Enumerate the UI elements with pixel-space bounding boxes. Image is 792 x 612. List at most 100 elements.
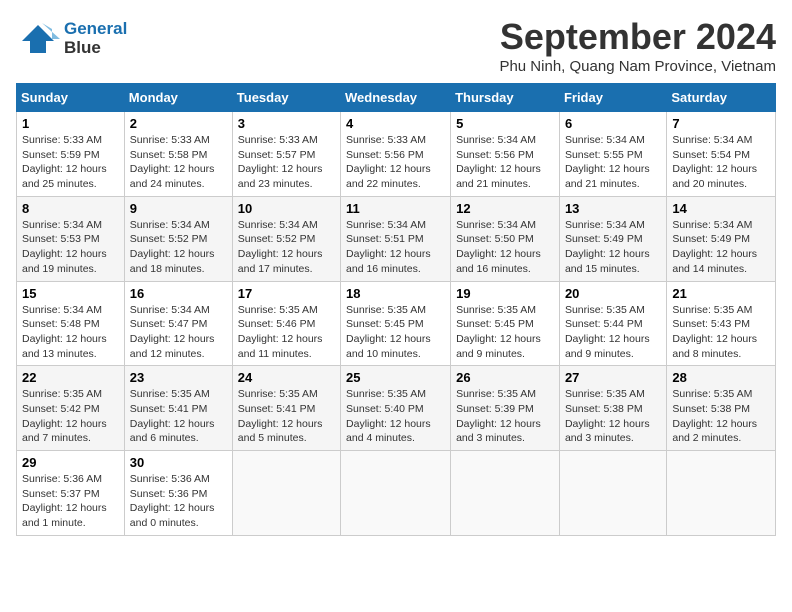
day-info: Sunrise: 5:35 AMSunset: 5:46 PMDaylight:… <box>238 304 323 360</box>
day-info: Sunrise: 5:34 AMSunset: 5:52 PMDaylight:… <box>238 219 323 275</box>
calendar-table: SundayMondayTuesdayWednesdayThursdayFrid… <box>16 83 776 536</box>
weekday-header-friday: Friday <box>559 84 666 112</box>
calendar-cell: 5 Sunrise: 5:34 AMSunset: 5:56 PMDayligh… <box>451 112 560 197</box>
calendar-cell <box>451 451 560 536</box>
day-number: 30 <box>130 455 227 470</box>
calendar-cell: 18 Sunrise: 5:35 AMSunset: 5:45 PMDaylig… <box>341 281 451 366</box>
day-number: 11 <box>346 201 445 216</box>
calendar-cell <box>559 451 666 536</box>
month-title: September 2024 <box>499 16 776 58</box>
day-info: Sunrise: 5:34 AMSunset: 5:50 PMDaylight:… <box>456 219 541 275</box>
day-info: Sunrise: 5:35 AMSunset: 5:39 PMDaylight:… <box>456 388 541 444</box>
day-info: Sunrise: 5:34 AMSunset: 5:52 PMDaylight:… <box>130 219 215 275</box>
calendar-cell: 1 Sunrise: 5:33 AMSunset: 5:59 PMDayligh… <box>17 112 125 197</box>
day-info: Sunrise: 5:35 AMSunset: 5:41 PMDaylight:… <box>238 388 323 444</box>
day-number: 2 <box>130 116 227 131</box>
day-info: Sunrise: 5:34 AMSunset: 5:48 PMDaylight:… <box>22 304 107 360</box>
calendar-cell <box>341 451 451 536</box>
weekday-header-sunday: Sunday <box>17 84 125 112</box>
calendar-cell: 23 Sunrise: 5:35 AMSunset: 5:41 PMDaylig… <box>124 366 232 451</box>
day-number: 22 <box>22 370 119 385</box>
calendar-cell: 3 Sunrise: 5:33 AMSunset: 5:57 PMDayligh… <box>232 112 340 197</box>
calendar-cell: 14 Sunrise: 5:34 AMSunset: 5:49 PMDaylig… <box>667 196 776 281</box>
weekday-header-tuesday: Tuesday <box>232 84 340 112</box>
calendar-cell: 7 Sunrise: 5:34 AMSunset: 5:54 PMDayligh… <box>667 112 776 197</box>
day-number: 24 <box>238 370 335 385</box>
day-info: Sunrise: 5:34 AMSunset: 5:56 PMDaylight:… <box>456 134 541 190</box>
weekday-header-monday: Monday <box>124 84 232 112</box>
calendar-week-4: 22 Sunrise: 5:35 AMSunset: 5:42 PMDaylig… <box>17 366 776 451</box>
calendar-cell: 9 Sunrise: 5:34 AMSunset: 5:52 PMDayligh… <box>124 196 232 281</box>
calendar-cell: 11 Sunrise: 5:34 AMSunset: 5:51 PMDaylig… <box>341 196 451 281</box>
day-number: 17 <box>238 286 335 301</box>
logo: General Blue <box>16 16 127 57</box>
day-info: Sunrise: 5:34 AMSunset: 5:53 PMDaylight:… <box>22 219 107 275</box>
day-info: Sunrise: 5:35 AMSunset: 5:44 PMDaylight:… <box>565 304 650 360</box>
day-info: Sunrise: 5:35 AMSunset: 5:42 PMDaylight:… <box>22 388 107 444</box>
day-number: 10 <box>238 201 335 216</box>
day-number: 29 <box>22 455 119 470</box>
day-info: Sunrise: 5:34 AMSunset: 5:47 PMDaylight:… <box>130 304 215 360</box>
day-info: Sunrise: 5:35 AMSunset: 5:41 PMDaylight:… <box>130 388 215 444</box>
day-info: Sunrise: 5:35 AMSunset: 5:38 PMDaylight:… <box>565 388 650 444</box>
day-number: 26 <box>456 370 554 385</box>
day-info: Sunrise: 5:34 AMSunset: 5:49 PMDaylight:… <box>565 219 650 275</box>
day-info: Sunrise: 5:34 AMSunset: 5:49 PMDaylight:… <box>672 219 757 275</box>
calendar-cell: 4 Sunrise: 5:33 AMSunset: 5:56 PMDayligh… <box>341 112 451 197</box>
day-number: 3 <box>238 116 335 131</box>
day-info: Sunrise: 5:34 AMSunset: 5:55 PMDaylight:… <box>565 134 650 190</box>
day-info: Sunrise: 5:33 AMSunset: 5:58 PMDaylight:… <box>130 134 215 190</box>
day-info: Sunrise: 5:33 AMSunset: 5:57 PMDaylight:… <box>238 134 323 190</box>
day-number: 20 <box>565 286 661 301</box>
calendar-cell: 15 Sunrise: 5:34 AMSunset: 5:48 PMDaylig… <box>17 281 125 366</box>
calendar-week-3: 15 Sunrise: 5:34 AMSunset: 5:48 PMDaylig… <box>17 281 776 366</box>
calendar-cell: 6 Sunrise: 5:34 AMSunset: 5:55 PMDayligh… <box>559 112 666 197</box>
logo-blue: Blue <box>64 38 101 57</box>
calendar-cell: 30 Sunrise: 5:36 AMSunset: 5:36 PMDaylig… <box>124 451 232 536</box>
weekday-header-thursday: Thursday <box>451 84 560 112</box>
calendar-cell: 27 Sunrise: 5:35 AMSunset: 5:38 PMDaylig… <box>559 366 666 451</box>
calendar-cell: 17 Sunrise: 5:35 AMSunset: 5:46 PMDaylig… <box>232 281 340 366</box>
day-info: Sunrise: 5:36 AMSunset: 5:36 PMDaylight:… <box>130 473 215 529</box>
day-number: 28 <box>672 370 770 385</box>
calendar-cell: 20 Sunrise: 5:35 AMSunset: 5:44 PMDaylig… <box>559 281 666 366</box>
day-number: 18 <box>346 286 445 301</box>
calendar-cell: 10 Sunrise: 5:34 AMSunset: 5:52 PMDaylig… <box>232 196 340 281</box>
calendar-cell: 25 Sunrise: 5:35 AMSunset: 5:40 PMDaylig… <box>341 366 451 451</box>
day-info: Sunrise: 5:33 AMSunset: 5:56 PMDaylight:… <box>346 134 431 190</box>
calendar-cell: 24 Sunrise: 5:35 AMSunset: 5:41 PMDaylig… <box>232 366 340 451</box>
page-header: General Blue September 2024 Phu Ninh, Qu… <box>16 16 776 75</box>
calendar-cell <box>667 451 776 536</box>
day-number: 9 <box>130 201 227 216</box>
day-number: 15 <box>22 286 119 301</box>
calendar-cell: 12 Sunrise: 5:34 AMSunset: 5:50 PMDaylig… <box>451 196 560 281</box>
day-info: Sunrise: 5:35 AMSunset: 5:43 PMDaylight:… <box>672 304 757 360</box>
day-number: 4 <box>346 116 445 131</box>
day-number: 25 <box>346 370 445 385</box>
day-number: 23 <box>130 370 227 385</box>
title-area: September 2024 Phu Ninh, Quang Nam Provi… <box>499 16 776 75</box>
calendar-cell <box>232 451 340 536</box>
day-number: 19 <box>456 286 554 301</box>
day-info: Sunrise: 5:33 AMSunset: 5:59 PMDaylight:… <box>22 134 107 190</box>
day-number: 27 <box>565 370 661 385</box>
weekday-header-wednesday: Wednesday <box>341 84 451 112</box>
calendar-cell: 2 Sunrise: 5:33 AMSunset: 5:58 PMDayligh… <box>124 112 232 197</box>
day-info: Sunrise: 5:34 AMSunset: 5:51 PMDaylight:… <box>346 219 431 275</box>
day-info: Sunrise: 5:35 AMSunset: 5:45 PMDaylight:… <box>456 304 541 360</box>
calendar-cell: 21 Sunrise: 5:35 AMSunset: 5:43 PMDaylig… <box>667 281 776 366</box>
day-number: 13 <box>565 201 661 216</box>
calendar-cell: 22 Sunrise: 5:35 AMSunset: 5:42 PMDaylig… <box>17 366 125 451</box>
calendar-cell: 29 Sunrise: 5:36 AMSunset: 5:37 PMDaylig… <box>17 451 125 536</box>
day-info: Sunrise: 5:35 AMSunset: 5:45 PMDaylight:… <box>346 304 431 360</box>
weekday-header-row: SundayMondayTuesdayWednesdayThursdayFrid… <box>17 84 776 112</box>
calendar-week-1: 1 Sunrise: 5:33 AMSunset: 5:59 PMDayligh… <box>17 112 776 197</box>
day-number: 5 <box>456 116 554 131</box>
day-number: 16 <box>130 286 227 301</box>
day-info: Sunrise: 5:36 AMSunset: 5:37 PMDaylight:… <box>22 473 107 529</box>
calendar-cell: 8 Sunrise: 5:34 AMSunset: 5:53 PMDayligh… <box>17 196 125 281</box>
day-number: 21 <box>672 286 770 301</box>
day-number: 12 <box>456 201 554 216</box>
logo-icon <box>16 21 60 57</box>
day-number: 6 <box>565 116 661 131</box>
